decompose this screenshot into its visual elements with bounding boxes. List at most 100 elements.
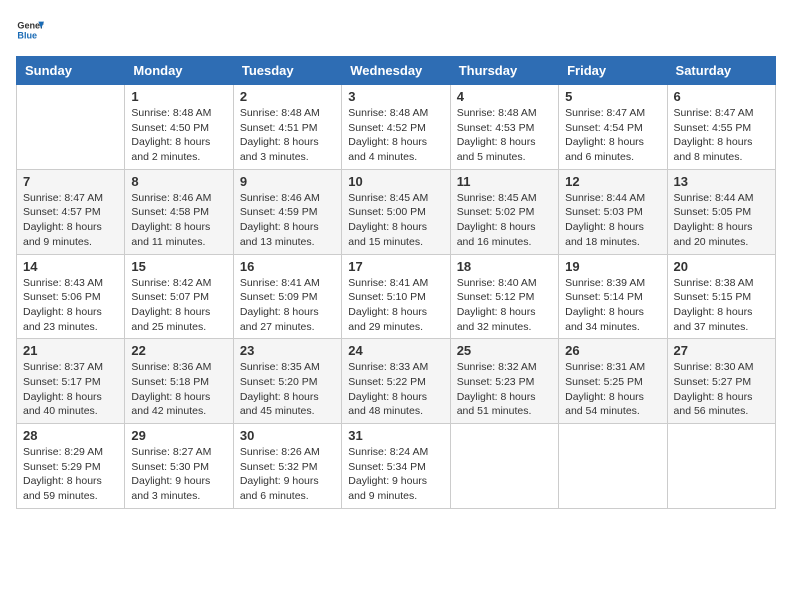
calendar-cell: 18 Sunrise: 8:40 AM Sunset: 5:12 PM Dayli… xyxy=(450,254,558,339)
calendar-cell: 23 Sunrise: 8:35 AM Sunset: 5:20 PM Dayli… xyxy=(233,339,341,424)
day-number: 5 xyxy=(565,89,660,104)
day-number: 2 xyxy=(240,89,335,104)
header-day-monday: Monday xyxy=(125,57,233,85)
day-info: Sunrise: 8:45 AM Sunset: 5:00 PM Dayligh… xyxy=(348,191,443,250)
calendar-cell xyxy=(17,85,125,170)
day-number: 30 xyxy=(240,428,335,443)
day-number: 11 xyxy=(457,174,552,189)
calendar-cell xyxy=(559,424,667,509)
day-number: 26 xyxy=(565,343,660,358)
day-number: 10 xyxy=(348,174,443,189)
day-info: Sunrise: 8:48 AM Sunset: 4:52 PM Dayligh… xyxy=(348,106,443,165)
day-number: 18 xyxy=(457,259,552,274)
calendar-cell: 21Sunrise: 8:37 AM Sunset: 5:17 PM Dayli… xyxy=(17,339,125,424)
day-number: 25 xyxy=(457,343,552,358)
calendar-cell: 25 Sunrise: 8:32 AM Sunset: 5:23 PM Dayli… xyxy=(450,339,558,424)
day-info: Sunrise: 8:47 AM Sunset: 4:57 PM Dayligh… xyxy=(23,191,118,250)
day-number: 13 xyxy=(674,174,769,189)
day-number: 21 xyxy=(23,343,118,358)
logo-icon: General Blue xyxy=(16,16,44,44)
header-day-friday: Friday xyxy=(559,57,667,85)
day-number: 7 xyxy=(23,174,118,189)
day-info: Sunrise: 8:41 AM Sunset: 5:10 PM Dayligh… xyxy=(348,276,443,335)
calendar: SundayMondayTuesdayWednesdayThursdayFrid… xyxy=(16,56,776,509)
day-info: Sunrise: 8:43 AM Sunset: 5:06 PM Dayligh… xyxy=(23,276,118,335)
day-number: 17 xyxy=(348,259,443,274)
day-info: Sunrise: 8:33 AM Sunset: 5:22 PM Dayligh… xyxy=(348,360,443,419)
day-number: 15 xyxy=(131,259,226,274)
calendar-cell: 8 Sunrise: 8:46 AM Sunset: 4:58 PM Daylig… xyxy=(125,169,233,254)
calendar-cell: 26 Sunrise: 8:31 AM Sunset: 5:25 PM Dayli… xyxy=(559,339,667,424)
day-info: Sunrise: 8:38 AM Sunset: 5:15 PM Dayligh… xyxy=(674,276,769,335)
day-info: Sunrise: 8:35 AM Sunset: 5:20 PM Dayligh… xyxy=(240,360,335,419)
day-number: 29 xyxy=(131,428,226,443)
calendar-cell: 17 Sunrise: 8:41 AM Sunset: 5:10 PM Dayli… xyxy=(342,254,450,339)
day-info: Sunrise: 8:31 AM Sunset: 5:25 PM Dayligh… xyxy=(565,360,660,419)
day-info: Sunrise: 8:39 AM Sunset: 5:14 PM Dayligh… xyxy=(565,276,660,335)
day-number: 28 xyxy=(23,428,118,443)
day-info: Sunrise: 8:48 AM Sunset: 4:50 PM Dayligh… xyxy=(131,106,226,165)
day-info: Sunrise: 8:26 AM Sunset: 5:32 PM Dayligh… xyxy=(240,445,335,504)
calendar-cell: 30 Sunrise: 8:26 AM Sunset: 5:32 PM Dayli… xyxy=(233,424,341,509)
day-number: 27 xyxy=(674,343,769,358)
header-day-wednesday: Wednesday xyxy=(342,57,450,85)
day-number: 19 xyxy=(565,259,660,274)
calendar-cell: 10 Sunrise: 8:45 AM Sunset: 5:00 PM Dayli… xyxy=(342,169,450,254)
day-number: 16 xyxy=(240,259,335,274)
day-info: Sunrise: 8:36 AM Sunset: 5:18 PM Dayligh… xyxy=(131,360,226,419)
day-info: Sunrise: 8:27 AM Sunset: 5:30 PM Dayligh… xyxy=(131,445,226,504)
day-number: 23 xyxy=(240,343,335,358)
day-number: 3 xyxy=(348,89,443,104)
calendar-cell: 24 Sunrise: 8:33 AM Sunset: 5:22 PM Dayli… xyxy=(342,339,450,424)
header-day-thursday: Thursday xyxy=(450,57,558,85)
calendar-cell: 28 Sunrise: 8:29 AM Sunset: 5:29 PM Dayli… xyxy=(17,424,125,509)
calendar-cell: 4 Sunrise: 8:48 AM Sunset: 4:53 PM Daylig… xyxy=(450,85,558,170)
calendar-cell: 5Sunrise: 8:47 AM Sunset: 4:54 PM Daylig… xyxy=(559,85,667,170)
day-number: 20 xyxy=(674,259,769,274)
day-info: Sunrise: 8:46 AM Sunset: 4:59 PM Dayligh… xyxy=(240,191,335,250)
day-info: Sunrise: 8:30 AM Sunset: 5:27 PM Dayligh… xyxy=(674,360,769,419)
day-info: Sunrise: 8:45 AM Sunset: 5:02 PM Dayligh… xyxy=(457,191,552,250)
calendar-cell: 31Sunrise: 8:24 AM Sunset: 5:34 PM Dayli… xyxy=(342,424,450,509)
calendar-cell xyxy=(450,424,558,509)
calendar-cell: 1 Sunrise: 8:48 AM Sunset: 4:50 PM Daylig… xyxy=(125,85,233,170)
day-info: Sunrise: 8:24 AM Sunset: 5:34 PM Dayligh… xyxy=(348,445,443,504)
calendar-cell: 2 Sunrise: 8:48 AM Sunset: 4:51 PM Daylig… xyxy=(233,85,341,170)
day-info: Sunrise: 8:29 AM Sunset: 5:29 PM Dayligh… xyxy=(23,445,118,504)
calendar-cell: 20 Sunrise: 8:38 AM Sunset: 5:15 PM Dayli… xyxy=(667,254,775,339)
calendar-cell: 6 Sunrise: 8:47 AM Sunset: 4:55 PM Daylig… xyxy=(667,85,775,170)
calendar-cell: 22 Sunrise: 8:36 AM Sunset: 5:18 PM Dayli… xyxy=(125,339,233,424)
calendar-cell: 29 Sunrise: 8:27 AM Sunset: 5:30 PM Dayli… xyxy=(125,424,233,509)
day-number: 12 xyxy=(565,174,660,189)
header-day-sunday: Sunday xyxy=(17,57,125,85)
day-number: 24 xyxy=(348,343,443,358)
calendar-cell: 9 Sunrise: 8:46 AM Sunset: 4:59 PM Daylig… xyxy=(233,169,341,254)
day-number: 9 xyxy=(240,174,335,189)
day-info: Sunrise: 8:44 AM Sunset: 5:03 PM Dayligh… xyxy=(565,191,660,250)
week-row-2: 14 Sunrise: 8:43 AM Sunset: 5:06 PM Dayli… xyxy=(17,254,776,339)
day-info: Sunrise: 8:41 AM Sunset: 5:09 PM Dayligh… xyxy=(240,276,335,335)
day-number: 1 xyxy=(131,89,226,104)
calendar-cell: 27 Sunrise: 8:30 AM Sunset: 5:27 PM Dayli… xyxy=(667,339,775,424)
day-number: 4 xyxy=(457,89,552,104)
header: General Blue xyxy=(16,16,776,44)
day-info: Sunrise: 8:47 AM Sunset: 4:55 PM Dayligh… xyxy=(674,106,769,165)
day-number: 22 xyxy=(131,343,226,358)
calendar-cell: 16 Sunrise: 8:41 AM Sunset: 5:09 PM Dayli… xyxy=(233,254,341,339)
svg-text:Blue: Blue xyxy=(17,30,37,40)
day-number: 6 xyxy=(674,89,769,104)
calendar-cell: 13 Sunrise: 8:44 AM Sunset: 5:05 PM Dayli… xyxy=(667,169,775,254)
day-number: 14 xyxy=(23,259,118,274)
week-row-3: 21Sunrise: 8:37 AM Sunset: 5:17 PM Dayli… xyxy=(17,339,776,424)
day-number: 8 xyxy=(131,174,226,189)
day-info: Sunrise: 8:40 AM Sunset: 5:12 PM Dayligh… xyxy=(457,276,552,335)
week-row-1: 7 Sunrise: 8:47 AM Sunset: 4:57 PM Daylig… xyxy=(17,169,776,254)
day-info: Sunrise: 8:32 AM Sunset: 5:23 PM Dayligh… xyxy=(457,360,552,419)
day-info: Sunrise: 8:46 AM Sunset: 4:58 PM Dayligh… xyxy=(131,191,226,250)
day-info: Sunrise: 8:44 AM Sunset: 5:05 PM Dayligh… xyxy=(674,191,769,250)
calendar-cell: 7 Sunrise: 8:47 AM Sunset: 4:57 PM Daylig… xyxy=(17,169,125,254)
header-day-saturday: Saturday xyxy=(667,57,775,85)
day-info: Sunrise: 8:48 AM Sunset: 4:51 PM Dayligh… xyxy=(240,106,335,165)
day-info: Sunrise: 8:48 AM Sunset: 4:53 PM Dayligh… xyxy=(457,106,552,165)
calendar-cell: 12 Sunrise: 8:44 AM Sunset: 5:03 PM Dayli… xyxy=(559,169,667,254)
